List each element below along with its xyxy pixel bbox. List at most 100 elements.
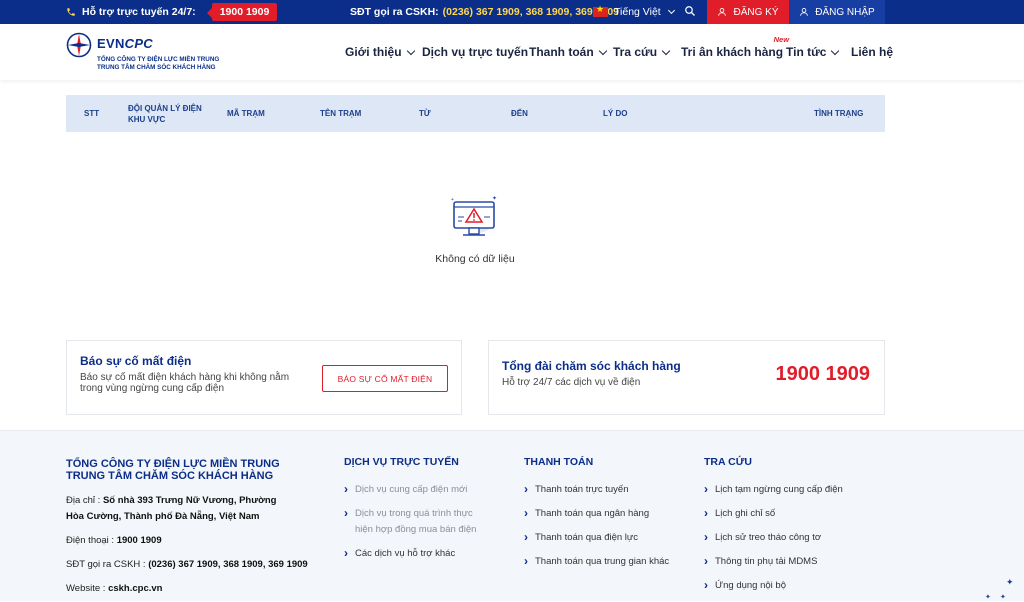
footer-cskh: SĐT gọi ra CSKH : (0236) 367 1909, 368 1… (66, 557, 308, 573)
footer-link[interactable]: Các dịch vụ hỗ trợ khác (344, 545, 484, 562)
hotline: Hỗ trợ trực tuyến 24/7: 1900 1909 (66, 0, 278, 24)
col-den: ĐẾN (511, 109, 528, 118)
logo-brand-text: EVNCPC (97, 36, 153, 51)
new-badge: New (773, 35, 790, 44)
main-header: EVNCPC TỔNG CÔNG TY ĐIỆN LỰC MIỀN TRUNG … (0, 24, 1024, 80)
nav-tin-tuc[interactable]: Tin tức (786, 45, 840, 59)
footer-link[interactable]: Thanh toán qua điện lực (524, 529, 684, 546)
chevron-down-icon (667, 6, 675, 15)
top-bar: Hỗ trợ trực tuyến 24/7: 1900 1909 SĐT gọ… (0, 0, 1024, 24)
cskh-label: SĐT gọi ra CSKH : (66, 559, 146, 570)
register-label: ĐĂNG KÝ (733, 6, 779, 18)
footer-link[interactable]: Dịch vụ trong quá trình thực hiện hợp đồ… (344, 505, 484, 538)
footer-link[interactable]: Thanh toán qua trung gian khác (524, 553, 684, 570)
phone-icon (67, 8, 75, 16)
chevron-down-icon (598, 46, 607, 55)
col-ma-tram: MÃ TRẠM (227, 109, 265, 118)
footer-org-name: TỔNG CÔNG TY ĐIỆN LỰC MIỀN TRUNG TRUNG T… (66, 458, 280, 482)
footer-col-title: THANH TOÁN (524, 456, 594, 468)
svg-text:✦: ✦ (492, 195, 497, 202)
nav-dich-vu-truc-tuyen[interactable]: Dịch vụ trực tuyến (422, 45, 528, 59)
svg-text:+: + (451, 197, 454, 203)
website-label: Website : (66, 583, 106, 594)
search-icon (685, 6, 695, 16)
sparkle-icon: ✦ (1006, 577, 1014, 587)
phone-label: Điện thoại : (66, 535, 115, 546)
col-doi-quan-ly: ĐỘI QUẢN LÝ ĐIỆN KHU VỰC (128, 103, 202, 124)
hotline-number-badge[interactable]: 1900 1909 (206, 3, 278, 21)
footer-col-payment: THANH TOÁN Thanh toán trực tuyến Thanh t… (524, 456, 684, 578)
call-card-desc: Hỗ trợ 24/7 các dịch vụ về điện (502, 377, 641, 388)
nav-thanh-toan[interactable]: Thanh toán (529, 45, 607, 59)
col-ten-tram: TÊN TRẠM (320, 109, 362, 118)
footer-org-line2: TRUNG TÂM CHĂM SÓC KHÁCH HÀNG (66, 470, 274, 482)
report-card-desc: Báo sự cố mất điện khách hàng khi không … (80, 372, 290, 394)
register-button[interactable]: ĐĂNG KÝ (707, 0, 789, 24)
empty-state: ✦ + (430, 193, 520, 248)
nav-label: Tri ân khách hàng (681, 45, 784, 59)
cskh-label: SĐT gọi ra CSKH: (350, 6, 439, 18)
footer-address: Địa chỉ : Số nhà 393 Trưng Nữ Vương, Phư… (66, 493, 296, 525)
logo-cpc: CPC (124, 36, 153, 51)
website-value[interactable]: cskh.cpc.vn (108, 583, 162, 594)
col-stt: STT (84, 109, 100, 118)
footer-link[interactable]: Thanh toán trực tuyến (524, 481, 684, 498)
language-selector[interactable]: Tiếng Việt (593, 0, 675, 24)
outage-table-header: STT ĐỘI QUẢN LÝ ĐIỆN KHU VỰC MÃ TRẠM TÊN… (66, 95, 885, 132)
footer-phone: Điện thoại : 1900 1909 (66, 533, 162, 549)
nav-tra-cuu[interactable]: Tra cứu (613, 45, 671, 59)
phone-value: 1900 1909 (116, 535, 162, 546)
footer-link[interactable]: Lịch ghi chỉ số (704, 505, 874, 522)
nav-lien-he[interactable]: Liên hệ (851, 45, 893, 59)
footer-link[interactable]: Lịch tạm ngừng cung cấp điện (704, 481, 874, 498)
call-center-phone[interactable]: 1900 1909 (775, 363, 870, 386)
user-icon (800, 8, 809, 16)
logo-evn: EVN (97, 36, 125, 51)
sparkle-icon: ✦ (1000, 594, 1006, 601)
call-card-title: Tổng đài chăm sóc khách hàng (502, 359, 681, 373)
footer-link[interactable]: Dịch vụ cung cấp điện mới (344, 481, 484, 498)
footer-col-title: TRA CỨU (704, 456, 752, 468)
nav-tri-an-khach-hang[interactable]: Tri ân khách hàng New (681, 35, 789, 59)
col-ly-do: LÝ DO (603, 109, 628, 118)
report-outage-button[interactable]: BÁO SỰ CỐ MẤT ĐIỆN (322, 365, 448, 392)
chevron-down-icon (831, 46, 840, 55)
nav-label: Giới thiệu (345, 45, 402, 59)
empty-message: Không có dữ liệu (435, 253, 515, 265)
login-label: ĐĂNG NHẬP (815, 6, 875, 18)
no-data-monitor-icon: ✦ + (451, 195, 497, 236)
footer-link[interactable]: Ứng dụng nội bộ (704, 577, 874, 594)
evncpc-logo[interactable]: EVNCPC TỔNG CÔNG TY ĐIỆN LỰC MIỀN TRUNG … (66, 30, 226, 74)
login-button[interactable]: ĐĂNG NHẬP (789, 0, 885, 24)
sparkle-icon: ✦ (985, 594, 991, 601)
vietnam-flag-icon (593, 4, 608, 17)
cskh-phone-info: SĐT gọi ra CSKH: (0236) 367 1909, 368 19… (350, 0, 619, 24)
address-label: Địa chỉ : (66, 495, 101, 506)
nav-label: Dịch vụ trực tuyến (422, 45, 529, 59)
evn-emblem-icon (66, 32, 92, 58)
chevron-down-icon (661, 46, 671, 55)
report-outage-card: Báo sự cố mất điện Báo sự cố mất điện kh… (66, 340, 462, 415)
call-center-card: Tổng đài chăm sóc khách hàng Hỗ trợ 24/7… (488, 340, 885, 415)
logo-subtitle-1: TỔNG CÔNG TY ĐIỆN LỰC MIỀN TRUNG (97, 56, 220, 63)
hotline-label: Hỗ trợ trực tuyến 24/7: (82, 6, 196, 18)
nav-label: Tin tức (786, 45, 827, 59)
chevron-down-icon (406, 46, 415, 55)
nav-gioi-thieu[interactable]: Giới thiệu (345, 45, 415, 59)
footer-org-line1: TỔNG CÔNG TY ĐIỆN LỰC MIỀN TRUNG (66, 458, 280, 470)
footer-col-lookup: TRA CỨU Lịch tạm ngừng cung cấp điện Lịc… (704, 456, 874, 602)
footer-website: Website : cskh.cpc.vn (66, 581, 162, 597)
user-icon (718, 8, 727, 16)
search-button[interactable] (684, 5, 696, 20)
col-tu: TỪ (419, 109, 431, 118)
footer-col-title: DỊCH VỤ TRỰC TUYẾN (344, 456, 459, 468)
nav-label: Thanh toán (529, 45, 594, 59)
footer-link[interactable]: Thanh toán qua ngân hàng (524, 505, 684, 522)
col-tinh-trang: TÌNH TRẠNG (814, 109, 864, 118)
language-label: Tiếng Việt (614, 6, 661, 18)
report-card-title: Báo sự cố mất điện (80, 354, 192, 368)
nav-label: Tra cứu (613, 45, 658, 59)
cskh-value: (0236) 367 1909, 368 1909, 369 1909 (148, 559, 308, 570)
footer-link[interactable]: Thông tin phụ tải MDMS (704, 553, 874, 570)
footer-link[interactable]: Lịch sử treo tháo công tơ (704, 529, 874, 546)
